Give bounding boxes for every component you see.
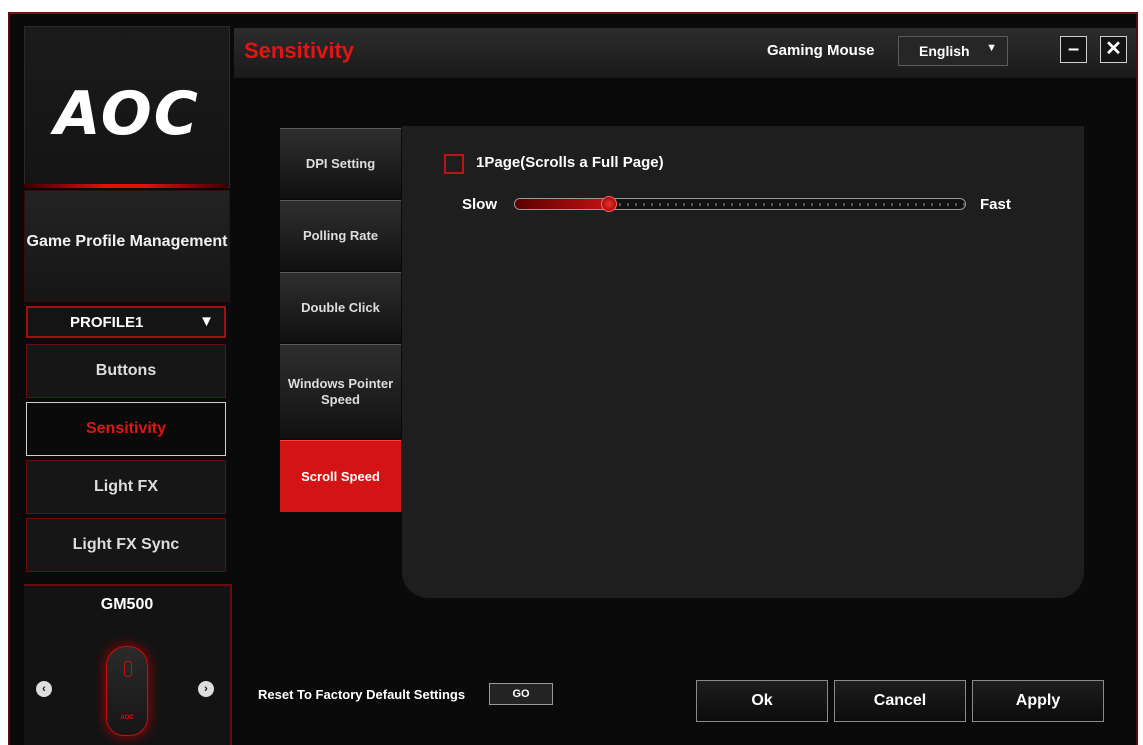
mouse-wheel [124, 661, 132, 677]
language-dropdown-value: English [919, 43, 970, 59]
language-dropdown[interactable]: English ▼ [898, 36, 1008, 66]
mouse-brand-logo: AOC [120, 715, 134, 721]
scroll-speed-slider-track[interactable] [514, 198, 966, 210]
sidebar-item-buttons[interactable]: Buttons [26, 344, 226, 398]
profile-dropdown[interactable]: PROFILE1 ▼ [26, 306, 226, 338]
chevron-right-icon[interactable]: › [198, 681, 214, 697]
device-type-label: Gaming Mouse [767, 42, 875, 59]
subtab-windows-pointer-speed[interactable]: Windows Pointer Speed [280, 344, 401, 438]
logo-divider [24, 184, 228, 188]
mouse-image: AOC [106, 646, 148, 736]
reset-go-button[interactable]: GO [489, 683, 553, 705]
full-page-scroll-label: 1Page(Scrolls a Full Page) [476, 154, 664, 171]
triangle-down-icon: ▼ [986, 42, 997, 54]
close-icon: ✕ [1105, 38, 1122, 60]
logo-panel: AOC [24, 26, 230, 188]
subtab-double-click[interactable]: Double Click [280, 272, 401, 342]
sidebar-item-light-fx[interactable]: Light FX [26, 460, 226, 514]
game-profile-management-button[interactable]: Game Profile Management [24, 190, 230, 302]
subtab-scroll-speed[interactable]: Scroll Speed [280, 440, 401, 512]
device-panel: GM500 ‹ › AOC [24, 584, 232, 745]
slow-label: Slow [462, 196, 498, 213]
chevron-left-icon[interactable]: ‹ [36, 681, 52, 697]
cancel-button[interactable]: Cancel [834, 680, 966, 722]
sidebar-item-light-fx-sync[interactable]: Light FX Sync [26, 518, 226, 572]
fast-label: Fast [980, 196, 1011, 213]
full-page-scroll-checkbox[interactable] [444, 154, 464, 174]
game-profile-management-label: Game Profile Management [26, 233, 228, 250]
slider-fill [515, 199, 610, 209]
apply-button[interactable]: Apply [972, 680, 1104, 722]
subtab-dpi-setting[interactable]: DPI Setting [280, 128, 401, 198]
page-title: Sensitivity [244, 38, 355, 63]
scroll-speed-slider-thumb[interactable] [600, 196, 617, 212]
sidebar-item-sensitivity[interactable]: Sensitivity [26, 402, 226, 456]
subtab-polling-rate[interactable]: Polling Rate [280, 200, 401, 270]
minimize-icon: – [1067, 38, 1080, 60]
header-bar: Sensitivity Gaming Mouse English ▼ – ✕ [234, 28, 1136, 78]
aoc-logo: AOC [54, 79, 200, 149]
ok-button[interactable]: Ok [696, 680, 828, 722]
triangle-down-icon: ▼ [199, 313, 214, 330]
scroll-speed-panel: 1Page(Scrolls a Full Page) Slow Fast [402, 126, 1084, 598]
close-button[interactable]: ✕ [1100, 36, 1127, 63]
profile-dropdown-value: PROFILE1 [70, 314, 144, 331]
minimize-button[interactable]: – [1060, 36, 1087, 63]
device-name: GM500 [100, 596, 154, 613]
reset-factory-label: Reset To Factory Default Settings [258, 687, 466, 702]
app-window: AOC Game Profile Management PROFILE1 ▼ B… [8, 12, 1138, 745]
